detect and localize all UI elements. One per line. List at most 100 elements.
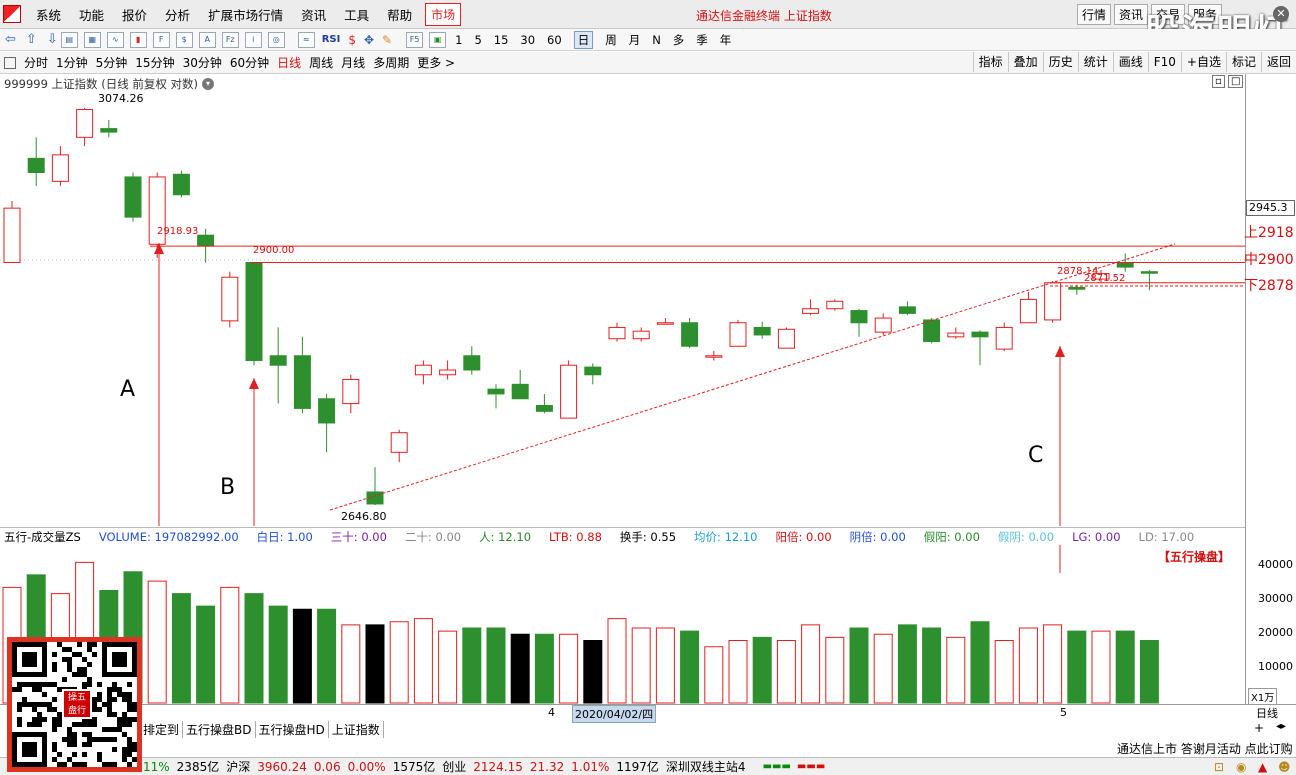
menu-item[interactable]: 报价	[122, 5, 147, 24]
finance-icon[interactable]: $	[175, 31, 193, 48]
lock-icon[interactable]: ⊡	[1214, 760, 1224, 774]
y-axis: 2945.3 上2918 中2900 下2878 40000 30000 200…	[1244, 74, 1296, 705]
close-icon[interactable]: ✕	[1273, 6, 1289, 22]
alert-icon[interactable]: ▲	[1258, 760, 1267, 774]
info-icon[interactable]: i	[244, 31, 262, 48]
status-value: 0.06	[313, 760, 341, 774]
candle-body	[656, 322, 674, 325]
qr-module	[72, 762, 77, 767]
mark-button[interactable]: 标记	[1225, 52, 1261, 72]
tab-item[interactable]: 排定到	[140, 720, 184, 738]
f5-icon[interactable]: F5	[406, 31, 424, 48]
volume-bar	[801, 624, 821, 704]
candlestick-chart[interactable]: 3074.26 2646.80 2918.93 2900.00 2878.14 …	[0, 74, 1245, 526]
candle	[293, 336, 311, 414]
volume-chart[interactable]	[0, 545, 1245, 705]
notice-link[interactable]: 通达信上市 答谢月活动 点此订购	[1117, 740, 1293, 757]
scroll-right-icon[interactable]: ◂▸	[1276, 721, 1286, 732]
qr-module	[77, 652, 82, 657]
period-15[interactable]: 15	[494, 33, 509, 47]
period-day[interactable]: 日	[573, 30, 594, 49]
add-watch-button[interactable]: +自选	[1180, 52, 1226, 72]
candle	[124, 172, 142, 222]
market-tab[interactable]: 市场	[425, 2, 462, 26]
period-multi[interactable]: 多	[673, 32, 685, 48]
qr-module	[17, 707, 22, 712]
menu-item[interactable]: 帮助	[387, 5, 412, 24]
tab-item[interactable]: 五行操盘BD	[183, 720, 256, 738]
draw-button[interactable]: 画线	[1112, 52, 1148, 72]
user-icon[interactable]: ☻	[1278, 760, 1291, 774]
period-tab[interactable]: 5分钟	[96, 54, 128, 71]
period-tab[interactable]: 15分钟	[135, 54, 174, 71]
grid-icon[interactable]: ▦	[83, 31, 101, 48]
period-tab[interactable]: 分时	[24, 54, 48, 71]
volume-bar	[220, 586, 240, 704]
period-year[interactable]: 年	[720, 32, 732, 48]
pencil-icon[interactable]: ✎	[382, 33, 392, 47]
indicator-button[interactable]: 指标	[972, 52, 1008, 72]
qr-module	[67, 662, 72, 667]
return-button[interactable]: 返回	[1260, 52, 1296, 72]
candle-icon[interactable]: ▮	[129, 31, 147, 48]
overlay-button[interactable]: 叠加	[1007, 52, 1043, 72]
line-chart-icon[interactable]: ∿	[106, 31, 124, 48]
menu-item[interactable]: 资讯	[301, 5, 326, 24]
period-n[interactable]: N	[652, 33, 661, 47]
wave-icon[interactable]: ≈	[297, 31, 315, 48]
rsi-icon[interactable]: RSI	[322, 34, 341, 45]
volume-bar	[946, 636, 966, 704]
candle-body	[197, 234, 215, 247]
period-week[interactable]: 周	[605, 32, 617, 48]
qr-module	[62, 737, 67, 742]
period-season[interactable]: 季	[696, 32, 708, 48]
tab-item[interactable]: 五行操盘HD	[256, 720, 329, 738]
period-1[interactable]: 1	[455, 33, 462, 47]
up-arrow-icon[interactable]: ⇧	[26, 32, 37, 47]
period-60[interactable]: 60	[547, 33, 562, 47]
period-tab-active[interactable]: 日线	[277, 54, 301, 71]
period-tab[interactable]: 多周期	[373, 54, 409, 71]
menu-item[interactable]: 工具	[344, 5, 369, 24]
down-arrow-icon[interactable]: ⇩	[47, 32, 58, 47]
period-tab[interactable]: 周线	[309, 54, 333, 71]
period-tab[interactable]: 60分钟	[230, 54, 269, 71]
indicator-name[interactable]: 五行-成交量ZS	[4, 529, 81, 545]
news-button[interactable]: 资讯	[1114, 4, 1149, 25]
candle	[681, 318, 699, 349]
tab-item[interactable]: 上证指数	[329, 720, 384, 738]
period-tab[interactable]: 月线	[341, 54, 365, 71]
period-tab[interactable]: 30分钟	[183, 54, 222, 71]
panel-toggle-icon[interactable]	[4, 56, 16, 69]
tdx-logo-icon[interactable]	[3, 5, 21, 23]
period-5[interactable]: 5	[474, 33, 481, 47]
menu-item[interactable]: 分析	[165, 5, 190, 24]
period-month[interactable]: 月	[629, 32, 641, 48]
qr-module	[127, 747, 132, 752]
plus-icon[interactable]: +	[1254, 721, 1264, 735]
dollar-icon[interactable]: $	[348, 33, 356, 47]
history-button[interactable]: 历史	[1042, 52, 1078, 72]
f10-button[interactable]: F10	[1147, 52, 1181, 72]
period-tab[interactable]: 1分钟	[56, 54, 88, 71]
menu-item[interactable]: 功能	[79, 5, 104, 24]
quote-button[interactable]: 行情	[1077, 4, 1112, 25]
more-tab[interactable]: 更多 >	[417, 54, 455, 71]
qr-module	[42, 717, 47, 722]
layout-icon[interactable]: ▣	[429, 31, 447, 48]
period-30[interactable]: 30	[520, 33, 535, 47]
report-icon[interactable]: ▤	[60, 31, 78, 48]
volume-bar	[583, 640, 603, 704]
doc-icon[interactable]: A	[198, 31, 216, 48]
qr-module	[122, 732, 127, 737]
fund-icon[interactable]: F	[152, 31, 170, 48]
stats-button[interactable]: 统计	[1077, 52, 1113, 72]
menu-item[interactable]: 系统	[36, 5, 61, 24]
move-icon[interactable]: ✥	[364, 33, 374, 47]
back-arrow-icon[interactable]: ⇦	[5, 32, 16, 47]
fz-icon[interactable]: Fz	[221, 31, 239, 48]
menu-item[interactable]: 扩展市场行情	[208, 5, 283, 24]
volume-bar	[244, 593, 264, 704]
bell-icon[interactable]: ◉	[1236, 760, 1246, 774]
refresh-icon[interactable]: ◎	[267, 31, 285, 48]
